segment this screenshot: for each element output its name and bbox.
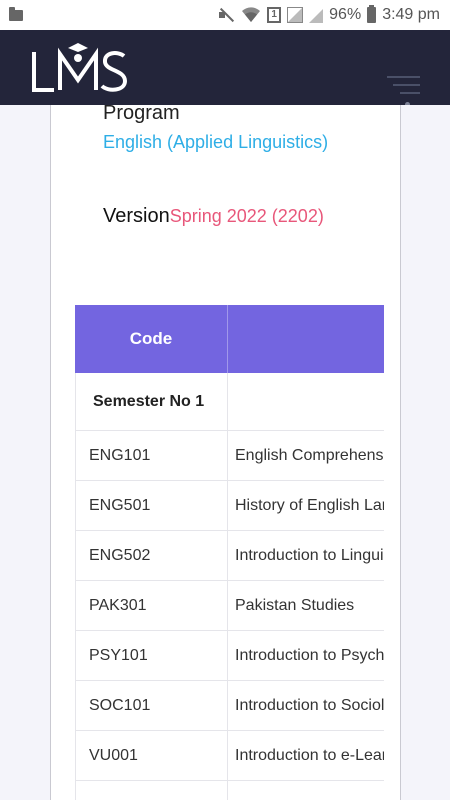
menu-line — [387, 76, 420, 78]
course-title-empty — [228, 781, 384, 800]
mute-icon — [217, 6, 235, 24]
semester-empty-cell — [228, 373, 384, 430]
menu-line — [393, 84, 420, 86]
program-label: Program — [103, 105, 180, 124]
battery-percent: 96% — [329, 6, 362, 23]
course-title: English Comprehension — [235, 446, 384, 464]
course-title: Introduction to e-Learning — [235, 746, 384, 764]
signal-icon — [287, 7, 304, 23]
app-header — [0, 30, 450, 123]
menu-line — [400, 92, 420, 94]
course-code: SOC101 — [75, 681, 228, 730]
status-icons: 1 96% 3:49 pm — [217, 4, 440, 26]
table-row[interactable]: ENG501 History of English Language — [75, 481, 384, 531]
clock: 3:49 pm — [382, 6, 440, 23]
table-row[interactable]: PAK301 Pakistan Studies — [75, 581, 384, 631]
lms-logo[interactable] — [30, 40, 140, 96]
table-header: Code — [75, 305, 384, 373]
course-code: PSY101 — [75, 631, 228, 680]
table-row[interactable]: PSY101 Introduction to Psychology — [75, 631, 384, 681]
table-row[interactable] — [75, 781, 384, 800]
program-value: English (Applied Linguistics) — [103, 132, 329, 152]
version-value: Spring 2022 (2202) — [169, 206, 324, 226]
course-title: Introduction to Linguistics — [235, 546, 384, 564]
page-content: Program English (Applied Linguistics) Ve… — [0, 105, 450, 800]
course-title: Pakistan Studies — [235, 596, 355, 614]
course-code: ENG501 — [75, 481, 228, 530]
table-row[interactable]: SOC101 Introduction to Sociology — [75, 681, 384, 731]
folder-icon — [9, 7, 23, 21]
sim-icon: 1 — [267, 7, 282, 23]
battery-icon — [367, 5, 377, 23]
semester-row: Semester No 1 — [75, 373, 384, 431]
program-card: Program English (Applied Linguistics) Ve… — [50, 105, 401, 800]
column-header-title — [228, 305, 384, 373]
signal-bars-icon — [309, 9, 324, 23]
course-code: VU001 — [75, 731, 228, 780]
version-line: VersionSpring 2022 (2202) — [103, 205, 324, 228]
table-row[interactable]: ENG502 Introduction to Linguistics — [75, 531, 384, 581]
wifi-icon — [242, 7, 261, 22]
course-title: Introduction to Psychology — [235, 646, 384, 664]
course-code-empty — [75, 781, 228, 800]
course-code: ENG502 — [75, 531, 228, 580]
course-code: ENG101 — [75, 431, 228, 480]
status-bar: 1 96% 3:49 pm — [0, 0, 450, 30]
course-title: History of English Language — [235, 496, 384, 514]
version-label: Version — [103, 205, 170, 227]
column-header-code: Code — [75, 305, 228, 373]
course-code: PAK301 — [75, 581, 228, 630]
table-row[interactable]: ENG101 English Comprehension — [75, 431, 384, 481]
course-title: Introduction to Sociology — [235, 696, 384, 714]
table-row[interactable]: VU001 Introduction to e-Learning — [75, 731, 384, 781]
course-table: Code Semester No 1 ENG101 English Compre… — [75, 305, 384, 800]
semester-label: Semester No 1 — [75, 373, 228, 430]
